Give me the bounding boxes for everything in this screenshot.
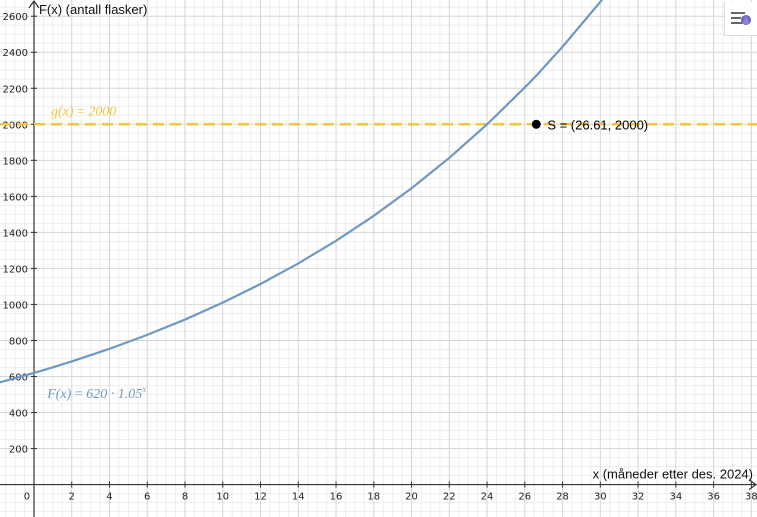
- x-tick-label: 8: [182, 492, 188, 503]
- y-tick-label: 1600: [3, 192, 28, 203]
- x-tick-label: 2: [69, 492, 75, 503]
- x-tick-label: 16: [330, 492, 343, 503]
- curve-f-label-exp: x: [141, 384, 146, 394]
- curve-f[interactable]: [0, 0, 676, 384]
- point-s[interactable]: [531, 119, 541, 129]
- x-tick-label: 12: [254, 492, 267, 503]
- x-tick-label: 20: [405, 492, 418, 503]
- x-axis-title: x (måneder etter des. 2024): [593, 467, 753, 482]
- y-axis-title: F(x) (antall flasker): [39, 2, 147, 17]
- y-tick-label: 200: [9, 445, 28, 456]
- style-menu-icon: [731, 12, 751, 25]
- curve-f-label-rhs: 620 · 1.05: [86, 387, 142, 402]
- y-tick-label: 1400: [3, 228, 28, 239]
- y-tick-label: 1200: [3, 264, 28, 275]
- line-g-label: g(x) = 2000: [51, 104, 116, 119]
- x-tick-label: 6: [144, 492, 150, 503]
- y-tick-label: 2600: [3, 12, 28, 23]
- curve-f-label-lhs: F(x): [46, 387, 71, 402]
- x-tick-label: 36: [707, 492, 720, 503]
- y-tick-label: 400: [9, 409, 28, 420]
- x-tick-label: 14: [292, 492, 305, 503]
- x-tick-label: 22: [443, 492, 456, 503]
- x-tick-label: 30: [594, 492, 607, 503]
- x-tick-label: 26: [518, 492, 531, 503]
- x-tick-label: 28: [556, 492, 569, 503]
- x-tick-label: 34: [669, 492, 682, 503]
- curve-f-label-eq: =: [71, 387, 86, 402]
- x-tick-label: 0: [24, 492, 30, 503]
- chart-canvas[interactable]: 0 2 4 6 8 10 12 14 16 18 20 22 24 26 28 30 32 34 36 3820040…: [0, 0, 757, 517]
- y-tick-label: 1800: [3, 156, 28, 167]
- y-tick-label: 2200: [3, 84, 28, 95]
- y-tick-label: 2400: [3, 48, 28, 59]
- line-g-label-rhs: 2000: [88, 104, 116, 119]
- x-tick-label: 24: [481, 492, 494, 503]
- line-g-label-eq: =: [74, 104, 89, 119]
- x-tick-label: 32: [632, 492, 645, 503]
- x-tick-label: 10: [216, 492, 229, 503]
- x-tick-label: 18: [367, 492, 380, 503]
- style-menu-button[interactable]: [724, 2, 757, 36]
- x-tick-label: 38: [745, 492, 757, 503]
- y-tick-label: 1000: [3, 300, 28, 311]
- y-tick-label: 2000: [3, 120, 28, 131]
- x-tick-label: 4: [106, 492, 112, 503]
- line-g-label-lhs: g(x): [51, 104, 74, 119]
- curve-f-label: F(x) = 620 · 1.05x: [46, 384, 146, 402]
- point-s-label: S = (26.61, 2000): [547, 117, 648, 132]
- y-tick-label: 800: [9, 336, 28, 347]
